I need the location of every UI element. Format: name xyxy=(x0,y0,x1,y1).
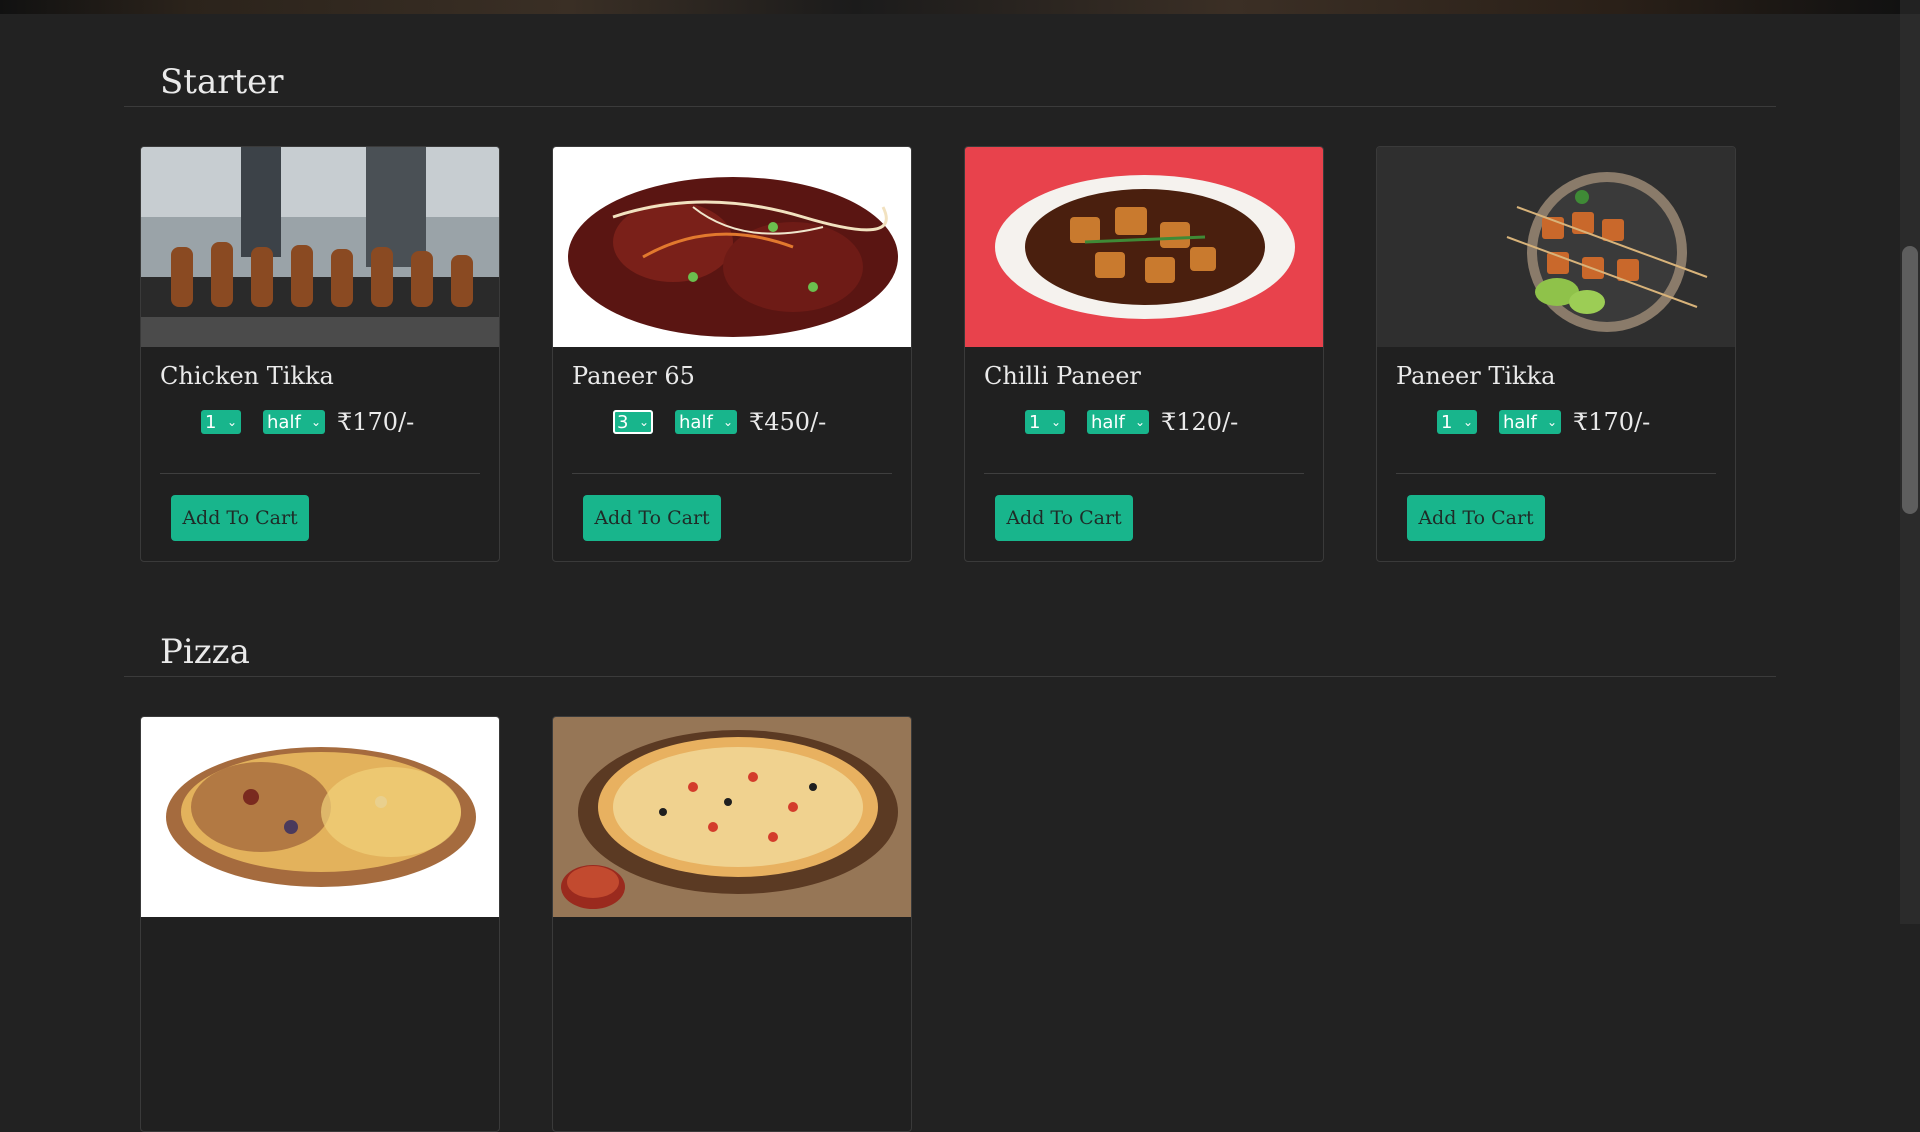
add-to-cart-button[interactable]: Add To Cart xyxy=(171,495,309,541)
food-card xyxy=(140,716,500,1132)
item-name: Paneer Tikka xyxy=(1396,362,1556,390)
chevron-down-icon: ⌄ xyxy=(1462,415,1473,429)
quantity-value: 1 xyxy=(1029,411,1041,433)
size-select[interactable]: half ⌄ xyxy=(675,410,737,434)
quantity-select[interactable]: 3 ⌄ xyxy=(613,410,653,434)
card-divider xyxy=(160,473,480,474)
section-title: Pizza xyxy=(160,632,250,673)
paneer-tikka-image xyxy=(1377,147,1735,347)
section-divider xyxy=(124,676,1776,677)
item-price: ₹450/- xyxy=(749,408,827,436)
item-options: 3 ⌄ half ⌄ ₹450/- xyxy=(613,408,827,436)
food-card: Chicken Tikka 1 ⌄ half ⌄ ₹170/- Add To C… xyxy=(140,146,500,562)
pizza-image xyxy=(553,717,911,917)
section-title: Starter xyxy=(160,62,284,103)
size-value: half xyxy=(1091,411,1125,433)
chevron-down-icon: ⌄ xyxy=(722,415,733,429)
chevron-down-icon: ⌄ xyxy=(226,415,237,429)
size-value: half xyxy=(1503,411,1537,433)
add-to-cart-button[interactable]: Add To Cart xyxy=(995,495,1133,541)
size-select[interactable]: half ⌄ xyxy=(263,410,325,434)
item-options: 1 ⌄ half ⌄ ₹170/- xyxy=(201,408,415,436)
add-to-cart-button[interactable]: Add To Cart xyxy=(583,495,721,541)
food-card: Chilli Paneer 1 ⌄ half ⌄ ₹120/- Add To C… xyxy=(964,146,1324,562)
item-name: Chicken Tikka xyxy=(160,362,334,390)
chevron-down-icon: ⌄ xyxy=(1050,415,1061,429)
food-card: Paneer Tikka 1 ⌄ half ⌄ ₹170/- Add To Ca… xyxy=(1376,146,1736,562)
card-divider xyxy=(572,473,892,474)
quantity-value: 1 xyxy=(205,411,217,433)
card-divider xyxy=(984,473,1304,474)
chevron-down-icon: ⌄ xyxy=(1134,415,1145,429)
add-to-cart-button[interactable]: Add To Cart xyxy=(1407,495,1545,541)
paneer-65-image xyxy=(553,147,911,347)
hero-image-strip xyxy=(0,0,1900,14)
item-price: ₹170/- xyxy=(337,408,415,436)
size-value: half xyxy=(679,411,713,433)
chevron-down-icon: ⌄ xyxy=(1546,415,1557,429)
size-select[interactable]: half ⌄ xyxy=(1087,410,1149,434)
item-price: ₹120/- xyxy=(1161,408,1239,436)
menu-page: Starter Chicken Tikka 1 ⌄ half ⌄ ₹170/- … xyxy=(0,14,1900,1132)
item-price: ₹170/- xyxy=(1573,408,1651,436)
scrollbar-thumb[interactable] xyxy=(1902,246,1918,514)
food-card xyxy=(552,716,912,1132)
chevron-down-icon: ⌄ xyxy=(638,415,649,429)
quantity-select[interactable]: 1 ⌄ xyxy=(1437,410,1477,434)
section-divider xyxy=(124,106,1776,107)
food-card: Paneer 65 3 ⌄ half ⌄ ₹450/- Add To Cart xyxy=(552,146,912,562)
chevron-down-icon: ⌄ xyxy=(310,415,321,429)
chicken-tikka-image xyxy=(141,147,499,347)
size-value: half xyxy=(267,411,301,433)
quantity-select[interactable]: 1 ⌄ xyxy=(1025,410,1065,434)
chilli-paneer-image xyxy=(965,147,1323,347)
item-name: Chilli Paneer xyxy=(984,362,1141,390)
item-options: 1 ⌄ half ⌄ ₹120/- xyxy=(1025,408,1239,436)
quantity-value: 1 xyxy=(1441,411,1453,433)
quantity-value: 3 xyxy=(617,411,629,433)
pizza-image xyxy=(141,717,499,917)
card-divider xyxy=(1396,473,1716,474)
item-name: Paneer 65 xyxy=(572,362,695,390)
page-scrollbar[interactable] xyxy=(1900,14,1920,924)
item-options: 1 ⌄ half ⌄ ₹170/- xyxy=(1437,408,1651,436)
quantity-select[interactable]: 1 ⌄ xyxy=(201,410,241,434)
size-select[interactable]: half ⌄ xyxy=(1499,410,1561,434)
